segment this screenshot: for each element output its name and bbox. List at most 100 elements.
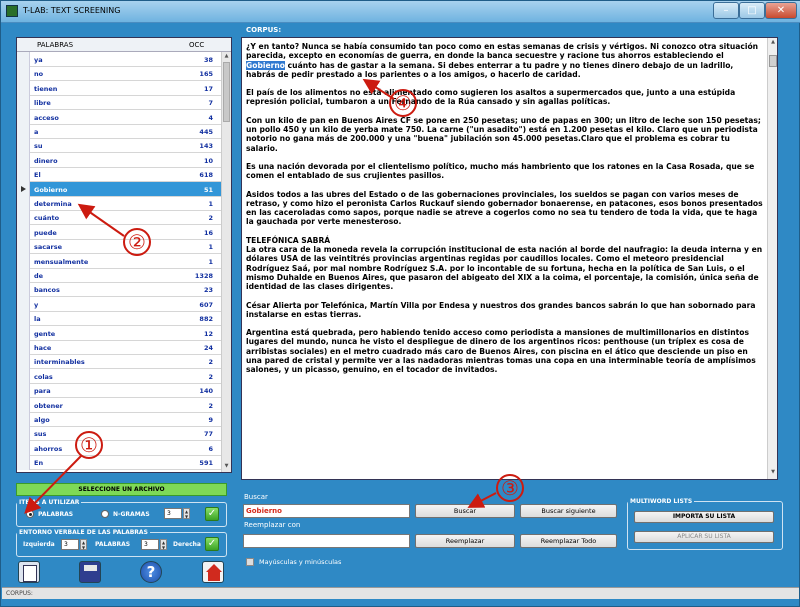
row-indicator[interactable] — [17, 440, 30, 456]
search-input[interactable]: Gobierno — [243, 504, 410, 518]
row-indicator[interactable] — [17, 167, 30, 183]
minimize-button[interactable]: – — [713, 2, 739, 19]
left-context-input[interactable]: 3 — [61, 539, 79, 550]
save-icon[interactable] — [79, 561, 101, 583]
scroll-up-icon[interactable]: ▲ — [223, 53, 230, 61]
row-indicator[interactable] — [17, 152, 30, 168]
left-context-stepper[interactable]: ▲ ▼ — [80, 539, 87, 550]
row-indicator[interactable] — [17, 224, 30, 240]
word-list-scrollbar[interactable]: ▲ ▼ — [221, 52, 231, 472]
row-indicator[interactable] — [17, 455, 30, 471]
case-sensitive-checkbox[interactable] — [246, 558, 254, 566]
row-indicator[interactable] — [17, 412, 30, 427]
ngramas-radio[interactable] — [101, 510, 109, 518]
table-row[interactable]: El 618 — [17, 167, 221, 183]
row-indicator[interactable] — [17, 66, 30, 82]
right-context-stepper[interactable]: ▲ ▼ — [160, 539, 167, 550]
table-row[interactable]: mensualmente 1 — [17, 253, 221, 269]
row-indicator[interactable] — [17, 253, 30, 269]
help-icon[interactable]: ? — [140, 561, 162, 583]
ngram-size-input[interactable]: 3 — [164, 508, 182, 519]
table-row[interactable]: libre 7 — [17, 95, 221, 111]
table-row[interactable]: obtener 2 — [17, 397, 221, 413]
table-row[interactable]: y 607 — [17, 296, 221, 312]
table-row[interactable]: cuánto 2 — [17, 210, 221, 226]
row-indicator[interactable] — [17, 80, 30, 96]
search-button[interactable]: Buscar — [415, 504, 515, 518]
table-row[interactable]: colas 2 — [17, 368, 221, 384]
right-context-input[interactable]: 3 — [141, 539, 159, 550]
column-header-occ[interactable]: OCC — [189, 41, 204, 49]
row-indicator[interactable] — [17, 426, 30, 442]
table-row[interactable]: interminables 2 — [17, 354, 221, 370]
row-indicator[interactable] — [17, 138, 30, 154]
table-row[interactable]: ahorros 6 — [17, 440, 221, 456]
table-row[interactable]: tienen 17 — [17, 80, 221, 96]
row-indicator[interactable] — [17, 397, 30, 413]
table-row[interactable]: para 140 — [17, 383, 221, 399]
row-indicator[interactable] — [17, 109, 30, 125]
table-row[interactable]: Gobierno 51 — [17, 181, 221, 197]
table-row[interactable]: no 165 — [17, 66, 221, 82]
row-indicator[interactable] — [17, 296, 30, 312]
table-row[interactable]: hace 24 — [17, 340, 221, 355]
replace-all-button[interactable]: Reemplazar Todo — [520, 534, 617, 548]
row-indicator[interactable] — [17, 239, 30, 255]
corpus-text-area[interactable]: ¿Y en tanto? Nunca se había consumido ta… — [241, 37, 778, 480]
table-row[interactable]: la 882 — [17, 311, 221, 327]
table-row[interactable]: su 143 — [17, 138, 221, 154]
replace-input[interactable] — [243, 534, 410, 548]
row-indicator[interactable] — [17, 268, 30, 283]
corpus-text[interactable]: ¿Y en tanto? Nunca se había consumido ta… — [246, 42, 764, 384]
column-header-words[interactable]: PALABRAS — [37, 41, 73, 49]
table-row[interactable]: a 445 — [17, 124, 221, 139]
row-indicator[interactable] — [17, 181, 30, 197]
row-indicator[interactable] — [17, 311, 30, 327]
close-button[interactable]: ✕ — [765, 2, 797, 19]
row-indicator[interactable] — [17, 340, 30, 355]
row-indicator[interactable] — [17, 383, 30, 399]
row-indicator[interactable] — [17, 325, 30, 341]
table-row[interactable]: sacarse 1 — [17, 239, 221, 255]
palabras-radio[interactable] — [26, 510, 34, 518]
row-indicator[interactable] — [17, 52, 30, 67]
select-archive-button[interactable]: SELECCIONE UN ARCHIVO — [16, 483, 227, 496]
table-row[interactable]: En 591 — [17, 455, 221, 471]
corpus-scroll-up-icon[interactable]: ▲ — [769, 39, 777, 48]
table-row[interactable]: dinero 10 — [17, 152, 221, 168]
maximize-button[interactable]: □ — [739, 2, 765, 19]
corpus-scrollbar[interactable]: ▲ ▼ — [767, 38, 777, 479]
row-indicator[interactable] — [17, 95, 30, 111]
table-row[interactable]: acceso 4 — [17, 109, 221, 125]
row-indicator[interactable] — [17, 124, 30, 139]
corpus-scroll-thumb[interactable] — [769, 55, 777, 67]
corpus-scroll-down-icon[interactable]: ▼ — [769, 469, 777, 478]
report-icon[interactable] — [18, 561, 40, 583]
row-indicator[interactable] — [17, 282, 30, 298]
row-indicator[interactable] — [17, 210, 30, 226]
table-row[interactable]: gente 12 — [17, 325, 221, 341]
title-bar[interactable]: T-LAB: TEXT SCREENING – □ ✕ — [1, 1, 800, 23]
table-row[interactable]: puede 16 — [17, 224, 221, 240]
scroll-thumb[interactable] — [223, 62, 230, 122]
table-row[interactable]: bancos 23 — [17, 282, 221, 298]
table-row[interactable]: ya 38 — [17, 52, 221, 67]
table-row[interactable]: sus 77 — [17, 426, 221, 442]
items-apply-check-icon[interactable]: ✓ — [205, 507, 219, 521]
scroll-down-icon[interactable]: ▼ — [223, 463, 230, 471]
import-list-button[interactable]: IMPORTA SU LISTA — [634, 511, 774, 523]
row-indicator[interactable] — [17, 196, 30, 211]
ngram-size-stepper[interactable]: ▲ ▼ — [183, 508, 190, 519]
row-indicator[interactable] — [17, 368, 30, 384]
home-icon[interactable] — [202, 561, 224, 583]
entorno-apply-check-icon[interactable]: ✓ — [205, 537, 219, 551]
word-list-grid[interactable]: PALABRAS OCC ya 38 no 165 tienen 17 libre 7 acce… — [16, 37, 232, 473]
search-next-button[interactable]: Buscar siguiente — [520, 504, 617, 518]
corpus-paragraph: César Alierta por Telefónica, Martín Vil… — [246, 300, 756, 319]
row-indicator[interactable] — [17, 354, 30, 370]
table-row[interactable]: determina 1 — [17, 196, 221, 211]
replace-button[interactable]: Reemplazar — [415, 534, 515, 548]
table-row[interactable]: de 1328 — [17, 268, 221, 283]
table-row[interactable]: algo 9 — [17, 412, 221, 427]
word-cell: dinero — [34, 156, 58, 165]
